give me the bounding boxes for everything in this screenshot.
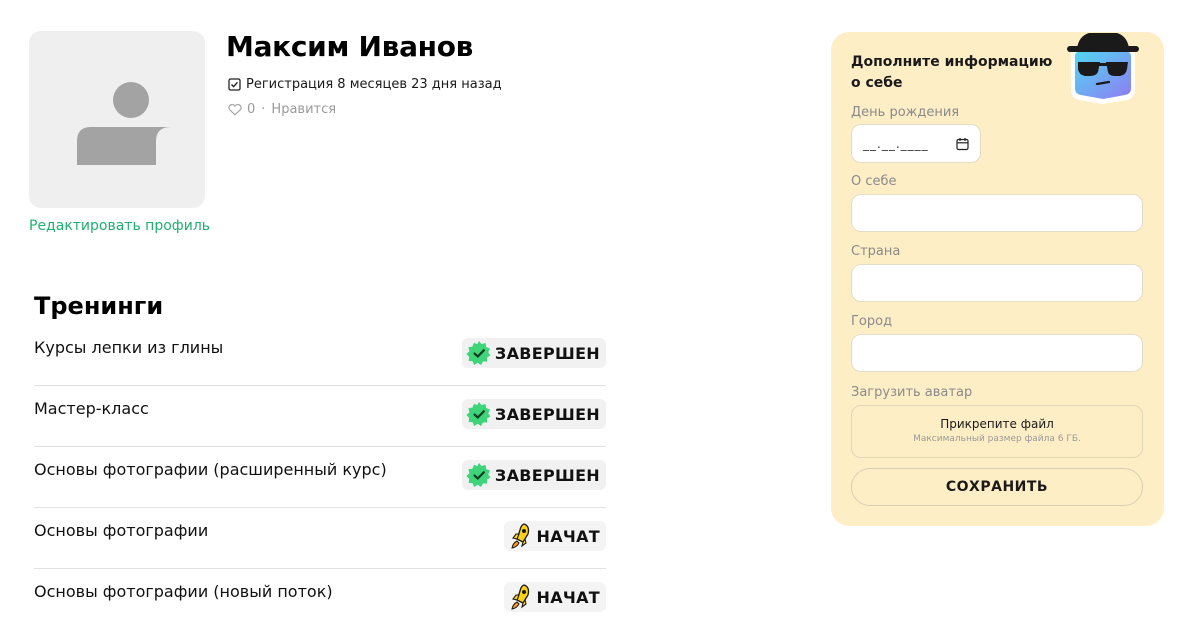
checkbox-icon [228, 78, 241, 91]
about-label: О себе [851, 174, 897, 189]
training-row[interactable]: Курсы лепки из глины ЗАВЕРШЕН [34, 325, 606, 386]
profile-info-card: Дополните информацию о себе День рождени… [831, 32, 1164, 526]
country-input[interactable] [851, 264, 1143, 302]
training-name: Мастер-класс [34, 399, 149, 418]
city-input[interactable] [851, 334, 1143, 372]
birthday-placeholder: __.__.____ [863, 136, 929, 151]
birthday-label: День рождения [851, 105, 960, 120]
status-text: ЗАВЕРШЕН [494, 404, 600, 424]
checkmark-badge-icon [466, 402, 491, 426]
status-text: НАЧАТ [536, 526, 600, 546]
edit-profile-link[interactable]: Редактировать профиль [29, 218, 210, 234]
card-title: Дополните информацию о себе [851, 54, 1053, 91]
training-row[interactable]: Мастер-класс ЗАВЕРШЕН [34, 386, 606, 447]
calendar-icon[interactable] [956, 137, 969, 151]
status-text: НАЧАТ [536, 587, 600, 607]
save-button[interactable]: СОХРАНИТЬ [851, 468, 1143, 506]
training-row[interactable]: Основы фотографии НАЧАТ [34, 508, 606, 569]
registration-info: Регистрация 8 месяцев 23 дня назад [228, 77, 502, 92]
country-label: Страна [851, 244, 901, 259]
status-badge: ЗАВЕРШЕН [461, 460, 606, 490]
status-text: ЗАВЕРШЕН [494, 465, 600, 485]
spy-mascot-icon [1067, 33, 1139, 104]
status-text: ЗАВЕРШЕН [494, 343, 600, 363]
city-label: Город [851, 314, 893, 329]
upload-hint: Максимальный размер файла 6 ГБ. [913, 434, 1081, 444]
avatar [29, 31, 205, 208]
checkmark-badge-icon [466, 341, 491, 365]
trainings-title: Тренинги [34, 292, 164, 320]
user-silhouette-icon [77, 82, 171, 165]
avatar-upload-label: Загрузить аватар [851, 385, 973, 400]
status-badge: ЗАВЕРШЕН [461, 338, 606, 368]
training-name: Основы фотографии (новый поток) [34, 582, 333, 601]
training-name: Курсы лепки из глины [34, 338, 224, 357]
training-name: Основы фотографии (расширенный курс) [34, 460, 387, 479]
about-input[interactable] [851, 194, 1143, 232]
checkmark-badge-icon [466, 463, 491, 487]
avatar-upload-dropzone[interactable]: Прикрепите файл Максимальный размер файл… [851, 405, 1143, 458]
likes-label: Нравится [271, 102, 337, 117]
upload-title: Прикрепите файл [940, 417, 1054, 431]
heart-icon [228, 103, 242, 116]
birthday-input[interactable]: __.__.____ [851, 124, 981, 163]
likes-separator: · [261, 102, 266, 117]
registration-text: Регистрация 8 месяцев 23 дня назад [246, 77, 502, 92]
status-badge: ЗАВЕРШЕН [461, 399, 606, 429]
training-name: Основы фотографии [34, 521, 209, 540]
status-badge: НАЧАТ [503, 582, 606, 612]
training-row[interactable]: Основы фотографии (расширенный курс) ЗАВ… [34, 447, 606, 508]
rocket-icon [510, 523, 529, 549]
rocket-icon [510, 584, 529, 610]
status-badge: НАЧАТ [503, 521, 606, 551]
training-row[interactable]: Основы фотографии (новый поток) НАЧАТ [34, 569, 606, 625]
user-name: Максим Иванов [226, 30, 474, 63]
trainings-list: Курсы лепки из глины ЗАВЕРШЕН Мастер-кла… [34, 325, 606, 625]
likes-button[interactable]: 0 · Нравится [228, 102, 336, 117]
likes-count: 0 [247, 102, 256, 117]
